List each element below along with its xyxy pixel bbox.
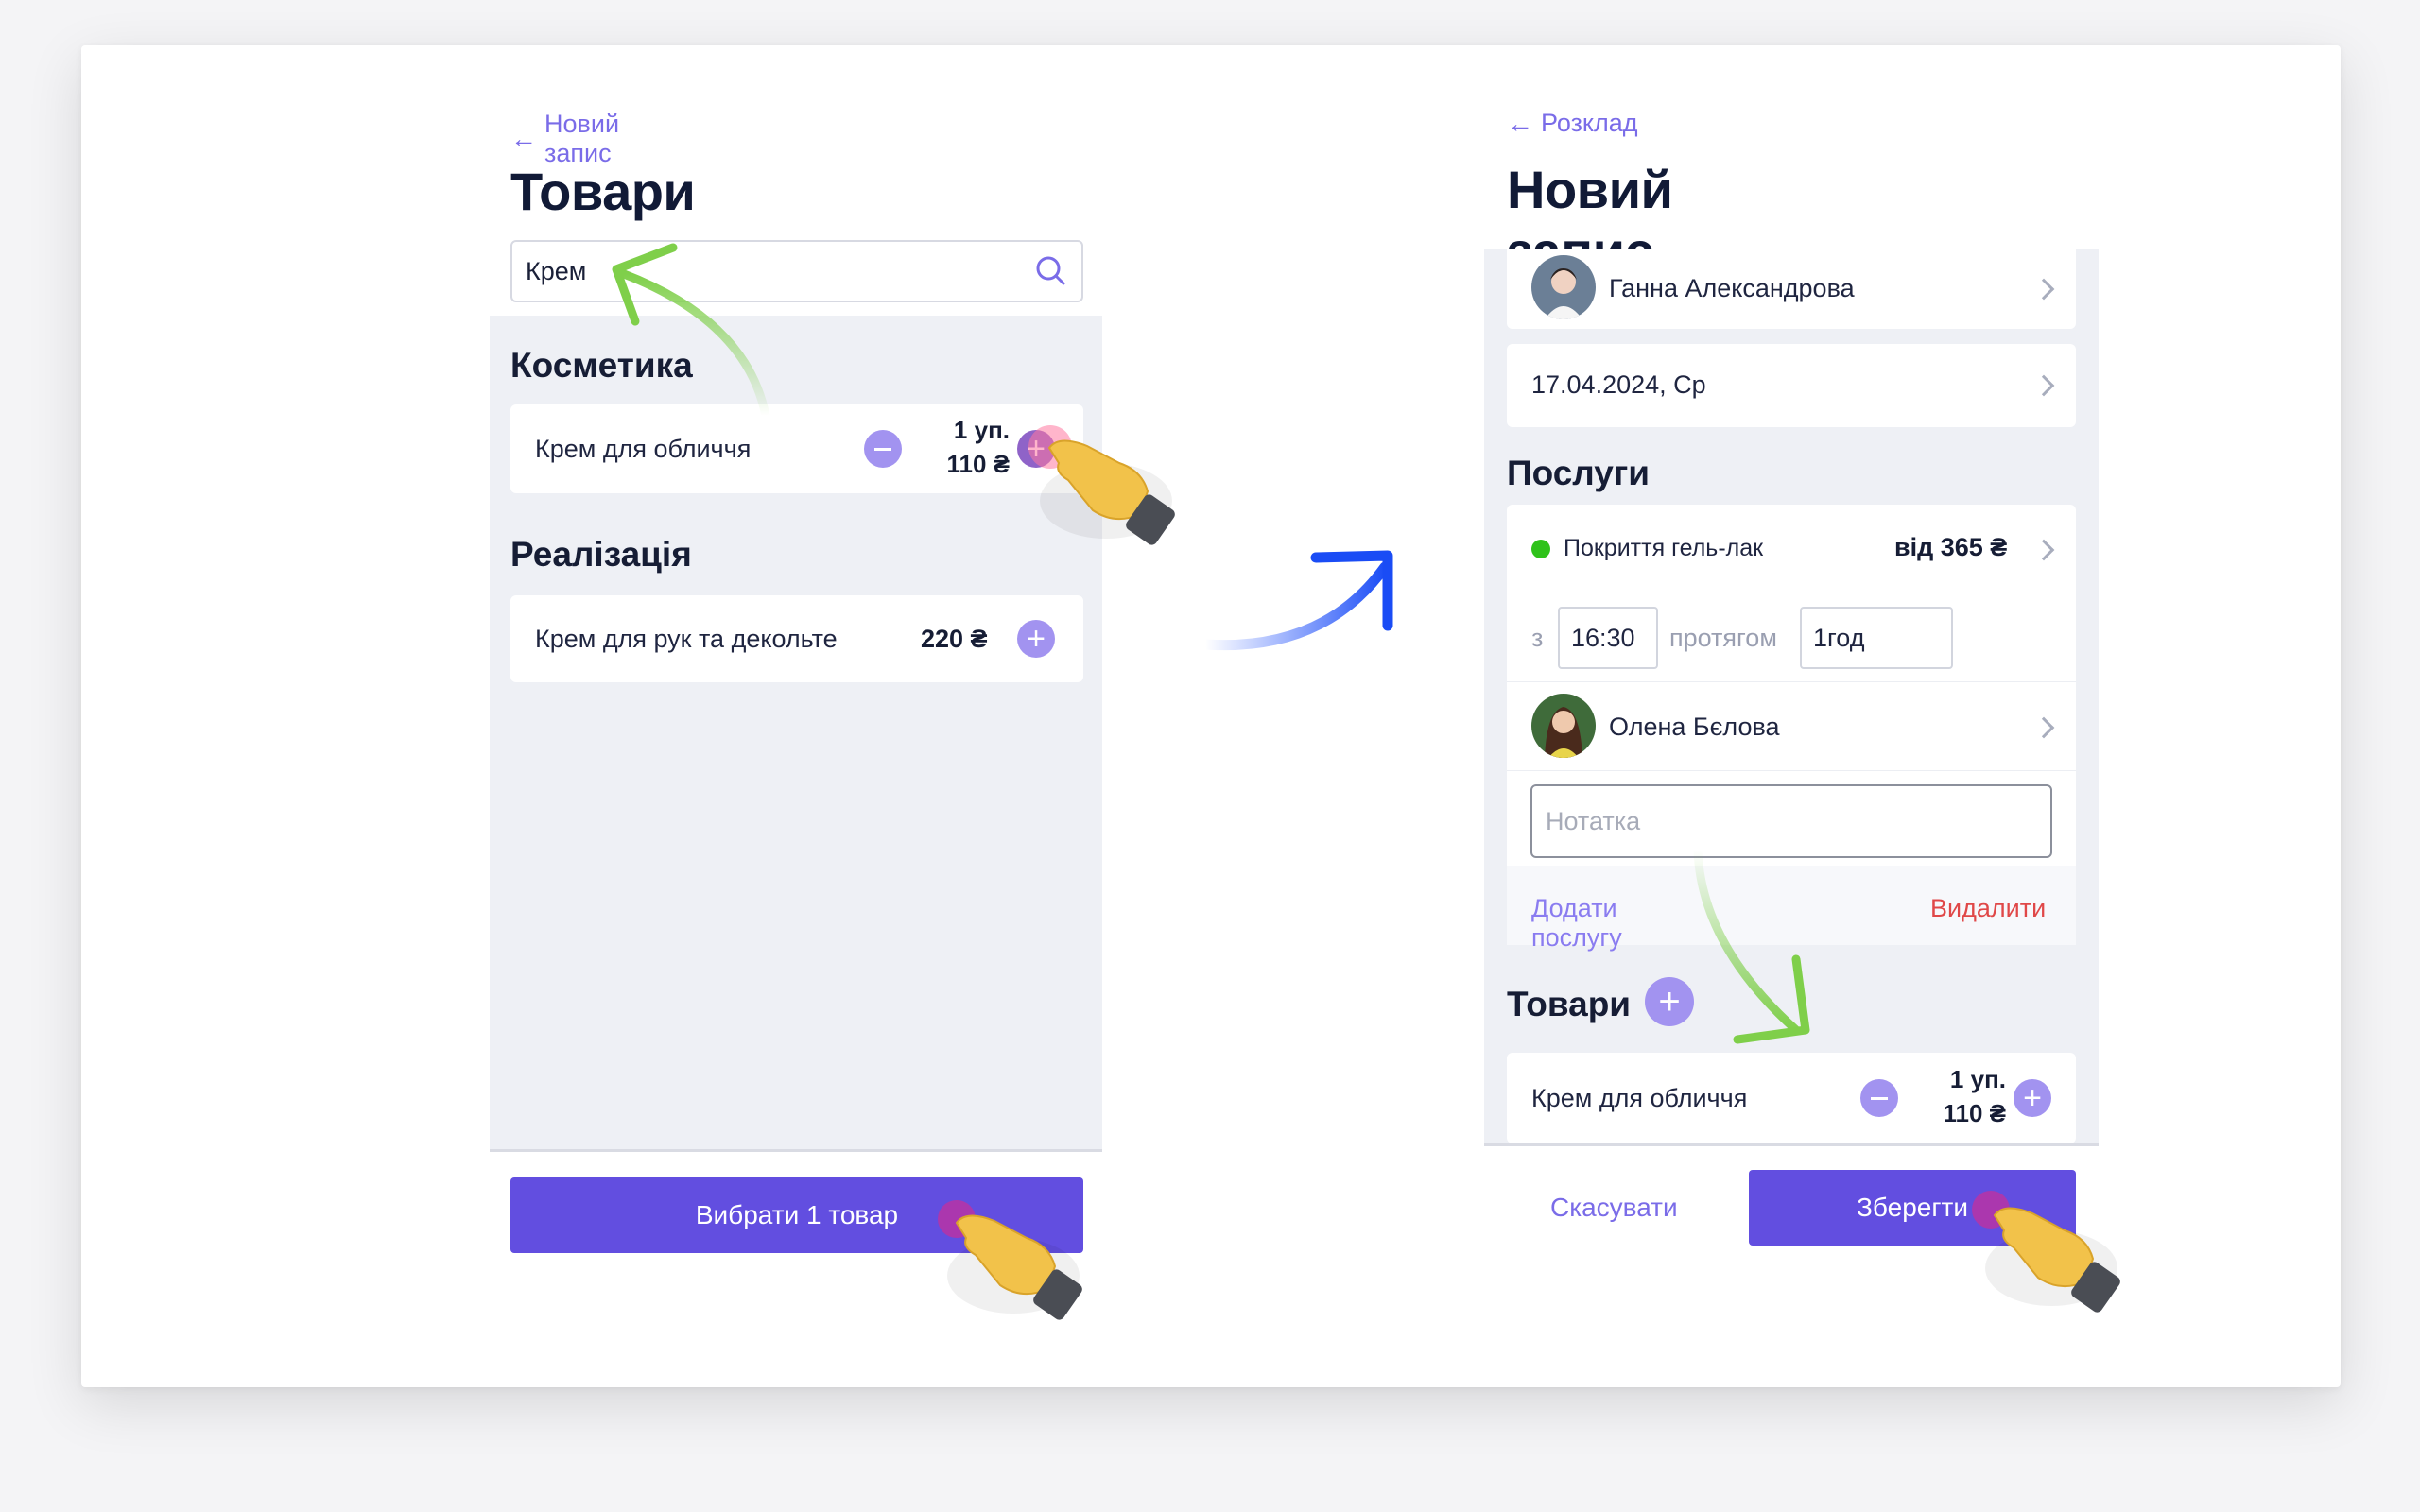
section-title-products: Товари xyxy=(1507,985,1632,1023)
minus-button[interactable] xyxy=(864,430,902,468)
add-service-link[interactable]: Додати послугу xyxy=(1531,894,1622,953)
item-name: Крем для обличчя xyxy=(1531,1083,1748,1112)
minus-button[interactable] xyxy=(1860,1079,1898,1117)
chevron-right-icon xyxy=(2032,716,2055,739)
page-title: Товари xyxy=(510,162,696,221)
client-row[interactable]: Ганна Александрова xyxy=(1507,249,2076,329)
minus-icon xyxy=(1871,1096,1888,1100)
back-arrow-icon: ← xyxy=(510,124,537,153)
item-name: Крем для обличчя xyxy=(535,434,752,463)
master-avatar xyxy=(1531,694,1596,758)
item-price: 220 ₴ xyxy=(921,625,988,653)
time-from-value: 16:30 xyxy=(1571,623,1635,652)
service-time-row: з 16:30 протягом 1год xyxy=(1507,593,2076,682)
back-link-label: Новий запис xyxy=(544,110,620,167)
chevron-right-icon xyxy=(2032,539,2055,561)
back-link[interactable]: ← Новий запис xyxy=(510,110,619,168)
service-name: Покриття гель-лак xyxy=(1564,535,1764,561)
duration-input[interactable]: 1год xyxy=(1800,607,1953,669)
duration-label: протягом xyxy=(1669,624,1777,652)
item-quantity: 1 уп. xyxy=(953,416,1010,444)
booking-date: 17.04.2024, Ср xyxy=(1531,370,1706,399)
section-title-sales: Реалізація xyxy=(510,535,692,574)
item-price: 110 ₴ xyxy=(946,450,1010,478)
item-quantity: 1 уп. xyxy=(1949,1065,2006,1093)
search-field[interactable] xyxy=(510,240,1083,302)
tap-indicator xyxy=(1028,425,1072,469)
footer-divider xyxy=(1484,1143,2099,1146)
select-products-label: Вибрати 1 товар xyxy=(695,1200,899,1229)
plus-icon: + xyxy=(1027,621,1046,657)
back-arrow-icon: ← xyxy=(1507,108,1533,138)
master-name: Олена Бєлова xyxy=(1609,713,1780,741)
search-icon[interactable] xyxy=(1034,254,1068,288)
service-price: від 365 ₴ xyxy=(1894,533,2008,561)
back-link-label: Розклад xyxy=(1541,109,1638,137)
date-row[interactable]: 17.04.2024, Ср xyxy=(1507,344,2076,427)
plus-icon: + xyxy=(1658,981,1681,1022)
tap-indicator xyxy=(1972,1191,2010,1228)
tap-indicator xyxy=(938,1200,976,1238)
plus-button[interactable]: + xyxy=(1017,620,1055,658)
note-input[interactable] xyxy=(1546,806,2050,836)
list-item: Крем для обличчя 1 уп. 110 ₴ + xyxy=(510,404,1083,493)
item-name: Крем для рук та декольте xyxy=(535,624,838,653)
item-price: 110 ₴ xyxy=(1943,1099,2006,1127)
add-product-button[interactable]: + xyxy=(1645,977,1694,1026)
cancel-button[interactable]: Скасувати xyxy=(1550,1193,1678,1223)
list-item: Крем для обличчя 1 уп. 110 ₴ + xyxy=(1507,1053,2076,1143)
item-quantity-price: 1 уп. 110 ₴ xyxy=(915,413,1010,481)
client-avatar xyxy=(1531,255,1596,319)
plus-icon: + xyxy=(2023,1080,2042,1116)
service-row[interactable]: Покриття гель-лак від 365 ₴ xyxy=(1507,505,2076,593)
chevron-right-icon xyxy=(2032,374,2055,397)
time-from-input[interactable]: 16:30 xyxy=(1558,607,1658,669)
chevron-right-icon xyxy=(2032,278,2055,301)
client-name: Ганна Александрова xyxy=(1609,274,1855,302)
section-title-services: Послуги xyxy=(1507,454,1651,492)
delete-service-link[interactable]: Видалити xyxy=(1930,894,2046,923)
note-field[interactable] xyxy=(1530,784,2052,858)
save-button-label: Зберегти xyxy=(1856,1193,1969,1222)
duration-value: 1год xyxy=(1813,623,1865,652)
service-status-dot xyxy=(1531,540,1550,558)
select-products-button[interactable]: Вибрати 1 товар xyxy=(510,1177,1083,1253)
list-item: Крем для рук та декольте 220 ₴ + xyxy=(510,595,1083,682)
search-input[interactable] xyxy=(526,256,1034,286)
footer-divider xyxy=(490,1149,1102,1152)
time-from-label: з xyxy=(1531,624,1544,652)
service-card: Покриття гель-лак від 365 ₴ з 16:30 прот… xyxy=(1507,505,2076,945)
minus-icon xyxy=(874,447,891,451)
save-button[interactable]: Зберегти xyxy=(1749,1170,2076,1246)
back-link[interactable]: ← Розклад xyxy=(1507,109,1638,138)
plus-button[interactable]: + xyxy=(2014,1079,2051,1117)
master-row[interactable]: Олена Бєлова xyxy=(1507,682,2076,771)
section-title-cosmetics: Косметика xyxy=(510,346,693,385)
item-quantity-price: 1 уп. 110 ₴ xyxy=(1911,1062,2006,1130)
